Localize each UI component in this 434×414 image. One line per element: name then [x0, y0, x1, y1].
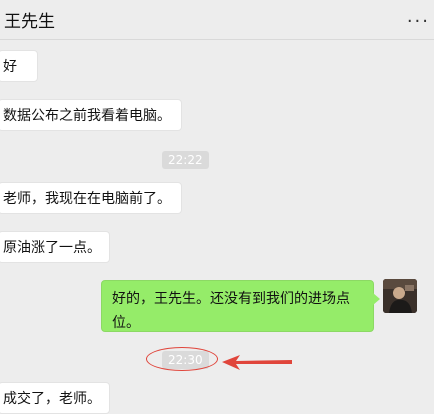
- message-text: 数据公布之前我看着电脑。: [3, 108, 171, 124]
- arrow-left-icon: [222, 355, 292, 370]
- more-dots-icon[interactable]: ...: [407, 6, 430, 27]
- message-text: 好: [3, 59, 17, 75]
- highlight-ellipse: [146, 347, 218, 371]
- message-bubble-received: 数据公布之前我看着电脑。: [0, 99, 182, 131]
- timestamp: 22:22: [162, 151, 209, 169]
- message-text: 成交了，老师。: [3, 391, 101, 407]
- message-bubble-received: 原油涨了一点。: [0, 231, 110, 263]
- chat-title: 王先生: [4, 12, 55, 32]
- message-bubble-received: 好: [0, 50, 38, 82]
- avatar-image: [383, 279, 417, 313]
- message-text: 老师，我现在在电脑前了。: [3, 191, 171, 207]
- message-bubble-received: 成交了，老师。: [0, 382, 110, 414]
- avatar[interactable]: [383, 279, 417, 313]
- message-text: 原油涨了一点。: [3, 240, 101, 256]
- message-bubble-sent: 好的，王先生。还没有到我们的进场点位。: [101, 280, 380, 332]
- chat-header: 王先生 ...: [0, 0, 434, 40]
- message-text: 好的，王先生。还没有到我们的进场点位。: [112, 291, 350, 331]
- message-bubble-received: 老师，我现在在电脑前了。: [0, 182, 182, 214]
